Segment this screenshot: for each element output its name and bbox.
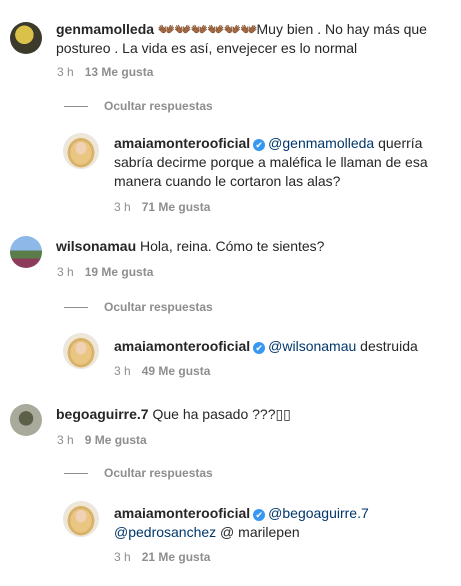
avatar[interactable]: [63, 501, 99, 537]
comment-body: Hola, reina. Cómo te sientes?: [140, 238, 325, 254]
reply-text: amaiamonterooficial ✔ @genmamolleda querrí…: [114, 134, 449, 191]
reply-username[interactable]: amaiamonterooficial: [114, 338, 250, 354]
reply-username[interactable]: amaiamonterooficial: [114, 505, 250, 521]
reply-likes[interactable]: 21 Me gusta: [142, 550, 211, 564]
comment-text: genmamolleda 👐🏾👐🏾👐🏾👐🏾👐🏾👐🏾Muy bien . No h…: [56, 20, 451, 58]
reply-likes[interactable]: 71 Me gusta: [142, 200, 211, 214]
comment-likes[interactable]: 13 Me gusta: [85, 65, 154, 79]
verified-badge-icon: ✔: [253, 139, 266, 151]
reply-mention-2[interactable]: @pedrosanchez: [114, 524, 216, 540]
hide-replies-label: Ocultar respuestas: [104, 99, 213, 113]
reply-mention[interactable]: @begoaguirre.7: [268, 505, 369, 521]
comment-likes[interactable]: 9 Me gusta: [85, 433, 147, 447]
hide-replies-button[interactable]: Ocultar respuestas: [64, 99, 213, 113]
avatar[interactable]: [10, 236, 42, 268]
hide-replies-button[interactable]: Ocultar respuestas: [64, 300, 213, 314]
reply-likes[interactable]: 49 Me gusta: [142, 364, 211, 378]
reply-username[interactable]: amaiamonterooficial: [114, 135, 250, 151]
reply-mention[interactable]: @wilsonamau: [268, 338, 356, 354]
comment-text: wilsonamau Hola, reina. Cómo te sientes?: [56, 237, 451, 256]
reply-time[interactable]: 3 h: [114, 364, 131, 378]
comment-text: begoaguirre.7 Que ha pasado ???▯▯: [56, 405, 451, 424]
reply-time[interactable]: 3 h: [114, 550, 131, 564]
reply-body: destruida: [356, 338, 418, 354]
verified-badge-icon: ✔: [253, 509, 266, 521]
comment-username[interactable]: wilsonamau: [56, 238, 136, 254]
reply-body: @ marilepen: [216, 524, 300, 540]
avatar[interactable]: [63, 333, 99, 369]
comment-likes[interactable]: 19 Me gusta: [85, 265, 154, 279]
reply-time[interactable]: 3 h: [114, 200, 131, 214]
hide-replies-button[interactable]: Ocultar respuestas: [64, 466, 213, 480]
avatar[interactable]: [10, 404, 42, 436]
reply-meta: 3 h 49 Me gusta: [114, 364, 210, 378]
avatar[interactable]: [63, 133, 99, 169]
clap-emoji: 👐🏾👐🏾👐🏾👐🏾👐🏾👐🏾: [157, 21, 258, 37]
comment-time[interactable]: 3 h: [57, 265, 74, 279]
comment-time[interactable]: 3 h: [57, 433, 74, 447]
avatar[interactable]: [10, 22, 42, 54]
divider-line: [64, 106, 88, 108]
reply-text: amaiamonterooficial ✔ @begoaguirre.7 @pedr…: [114, 504, 449, 542]
comment-meta: 3 h 19 Me gusta: [57, 265, 153, 279]
divider-line: [64, 307, 88, 309]
comment-body: Que ha pasado ???▯▯: [152, 406, 291, 422]
reply-meta: 3 h 71 Me gusta: [114, 200, 210, 214]
reply-meta: 3 h 21 Me gusta: [114, 550, 210, 564]
reply-text: amaiamonterooficial ✔ @wilsonamau destruid…: [114, 337, 449, 356]
verified-badge-icon: ✔: [253, 342, 266, 354]
reply-mention[interactable]: @genmamolleda: [268, 135, 374, 151]
comment-time[interactable]: 3 h: [57, 65, 74, 79]
comment-meta: 3 h 13 Me gusta: [57, 65, 153, 79]
divider-line: [64, 473, 88, 475]
comment-username[interactable]: genmamolleda: [56, 21, 154, 37]
comment-username[interactable]: begoaguirre.7: [56, 406, 149, 422]
hide-replies-label: Ocultar respuestas: [104, 466, 213, 480]
comment-meta: 3 h 9 Me gusta: [57, 433, 147, 447]
hide-replies-label: Ocultar respuestas: [104, 300, 213, 314]
